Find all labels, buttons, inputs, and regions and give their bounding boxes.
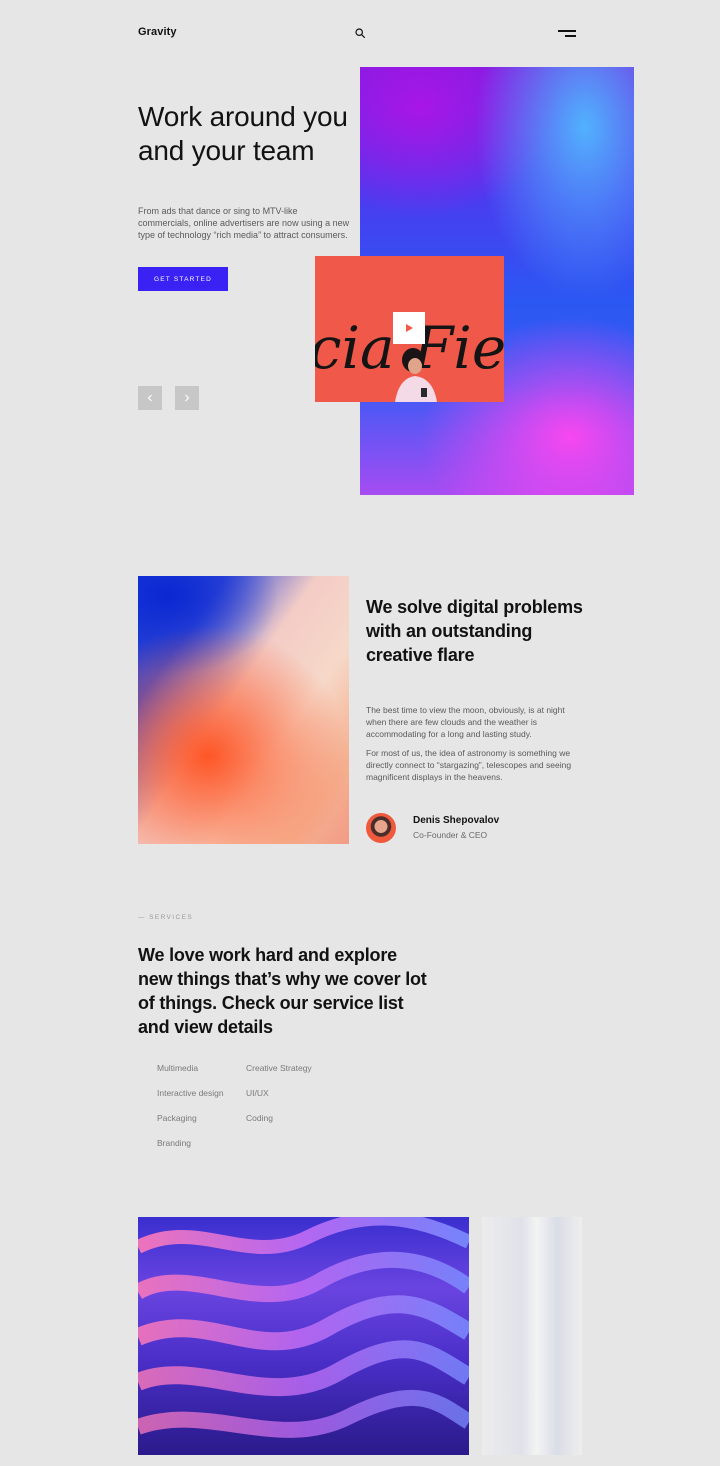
video-thumbnail[interactable]: cia Fie <box>315 256 504 402</box>
gallery-image-light[interactable] <box>482 1217 582 1455</box>
service-item-ui-ux[interactable]: UI/UX <box>246 1088 269 1098</box>
services-title: We love work hard and explore new things… <box>138 945 427 1037</box>
waves-artwork <box>138 1217 469 1438</box>
menu-icon[interactable] <box>558 29 576 38</box>
hero-description: From ads that dance or sing to MTV-like … <box>138 206 350 240</box>
about-paragraph: For most of us, the idea of astronomy is… <box>366 748 572 782</box>
service-item-multimedia[interactable]: Multimedia <box>157 1063 198 1073</box>
gallery-image-waves[interactable] <box>138 1217 469 1455</box>
hero-title: Work around you and your team <box>138 101 348 166</box>
about-paragraph: The best time to view the moon, obviousl… <box>366 705 565 739</box>
about-gradient-image <box>138 576 349 844</box>
services-section-label: — SERVICES <box>138 914 194 921</box>
about-title: We solve digital problems with an outsta… <box>366 597 583 665</box>
search-icon[interactable] <box>355 28 365 38</box>
slider-prev-button[interactable] <box>138 386 162 410</box>
slider-next-button[interactable] <box>175 386 199 410</box>
logo[interactable]: Gravity <box>138 26 177 38</box>
chevron-left-icon <box>147 394 152 402</box>
author-name: Denis Shepovalov <box>413 815 500 826</box>
service-item-coding[interactable]: Coding <box>246 1113 273 1123</box>
chevron-right-icon <box>185 394 190 402</box>
service-item-branding[interactable]: Branding <box>157 1138 191 1148</box>
play-button[interactable] <box>393 312 425 344</box>
author-role: Co-Founder & CEO <box>413 830 488 840</box>
play-icon <box>406 324 413 332</box>
service-item-packaging[interactable]: Packaging <box>157 1113 197 1123</box>
service-item-creative-strategy[interactable]: Creative Strategy <box>246 1063 312 1073</box>
avatar <box>366 813 396 843</box>
service-item-interactive-design[interactable]: Interactive design <box>157 1088 224 1098</box>
get-started-button[interactable]: GET STARTED <box>138 267 228 291</box>
